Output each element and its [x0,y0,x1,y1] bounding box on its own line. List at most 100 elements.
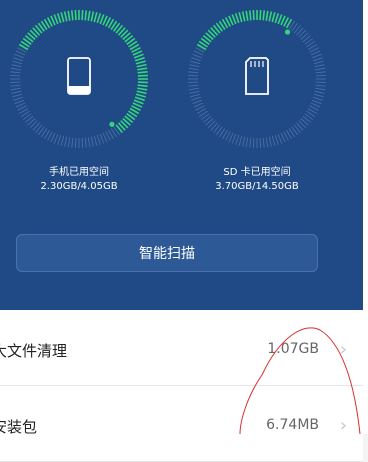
gauge-track-tick [10,81,21,84]
smart-scan-button[interactable]: 智能扫描 [16,234,318,272]
gauge-used-tick [90,11,95,22]
gauge-track-tick [10,84,21,87]
gauge-track-tick [84,137,87,148]
gauge-track-tick [14,99,25,105]
gauge-track-tick [315,67,326,71]
gauge-track-tick [315,81,326,84]
gauge-track-tick [265,137,269,148]
gauge-indicator-dot [284,29,291,35]
gauge-used-tick [99,14,105,25]
gauge-track-tick [315,84,326,87]
gauge-track-tick [93,135,98,146]
gauge-track-tick [10,74,21,77]
gauge-track-tick [277,133,283,144]
gauge-track-tick [81,137,84,148]
gauge-used-tick [238,12,243,23]
sd-storage-info: SD 卡已用空间 3.70GB/14.50GB [182,166,332,194]
phone-storage-value: 2.30GB/4.05GB [40,181,118,192]
gauge-track-tick [71,137,74,148]
gauge-used-tick [135,93,146,98]
gauge-track-tick [314,64,325,68]
gauge-used-tick [67,10,71,21]
gauge-used-tick [137,67,148,71]
gauge-used-tick [93,12,98,23]
gauge-track-tick [53,133,59,144]
sd-storage-gauge [184,6,330,152]
gauge-used-tick [136,90,147,95]
phone-icon [67,57,91,95]
gauge-used-tick [245,10,249,21]
gauge-track-tick [310,50,321,56]
gauge-used-tick [87,10,91,21]
gauge-track-tick [310,102,321,108]
gauge-track-tick [314,90,325,94]
gauge-track-tick [15,50,26,56]
gauge-track-tick [311,99,322,105]
gauge-used-tick [248,10,252,21]
sd-card-icon [245,57,269,95]
phone-storage-info: 手机已用空间 2.30GB/4.05GB [4,166,154,194]
gauge-track-tick [10,67,21,71]
gauge-track-tick [235,134,240,145]
gauge-track-tick [313,60,324,65]
gauge-track-tick [87,137,91,148]
gauge-track-tick [192,99,203,105]
gauge-used-tick [60,12,65,23]
gauge-used-tick [74,10,77,21]
gauge-track-tick [193,102,204,108]
gauge-used-tick [271,12,276,23]
gauge-track-tick [313,93,324,98]
gauge-track-tick [189,64,200,68]
gauge-track-tick [14,53,25,59]
gauge-used-tick [137,81,148,84]
gauge-track-tick [96,134,101,145]
gauge-used-tick [137,87,148,91]
gauge-track-tick [271,135,276,146]
gauge-used-tick [70,10,74,21]
gauge-track-tick [10,71,21,74]
gauge-track-tick [315,74,326,77]
chevron-right-icon: › [339,415,347,436]
gauge-track-tick [57,134,62,145]
gauge-track-tick [312,57,323,62]
gauge-track-tick [50,132,56,143]
gauge-track-tick [188,67,199,71]
gauge-track-tick [249,137,252,148]
phone-storage-label: 手机已用空间 [49,167,109,178]
gauge-used-tick [265,10,269,21]
gauge-track-tick [191,96,202,101]
gauge-used-tick [133,53,144,59]
gauge-used-tick [252,10,255,21]
gauge-track-tick [312,96,323,101]
list-item[interactable]: 大文件清理 1.07GB › [0,310,363,386]
gauge-track-tick [191,57,202,62]
gauge-track-tick [193,50,204,56]
phone-storage-gauge [6,6,152,152]
gauge-track-tick [13,96,24,101]
gauge-track-tick [13,57,24,62]
list-item[interactable]: 安装包 6.74MB › [0,386,363,462]
gauge-track-tick [311,53,322,59]
gauge-indicator-dot [109,121,115,127]
gauge-used-tick [277,14,283,25]
gauge-used-tick [136,63,147,68]
gauge-used-tick [81,10,84,21]
gauge-track-tick [90,136,94,147]
gauge-used-tick [134,56,145,62]
sd-storage-value: 3.70GB/14.50GB [215,181,299,192]
gauge-used-tick [84,10,88,21]
gauge-track-tick [228,132,234,143]
gauge-used-tick [134,96,145,102]
gauge-used-tick [241,11,246,22]
list-item-label: 大文件清理 [0,342,68,360]
gauge-track-tick [252,137,255,148]
gauge-track-tick [15,102,26,108]
gauge-track-tick [190,93,201,98]
sd-storage-label: SD 卡已用空间 [223,167,291,178]
gauge-track-tick [192,53,203,59]
gauge-used-tick [137,74,148,77]
gauge-used-tick [96,13,102,24]
gauge-used-tick [231,14,237,25]
gauge-track-tick [12,93,23,98]
gauge-track-tick [268,136,272,147]
